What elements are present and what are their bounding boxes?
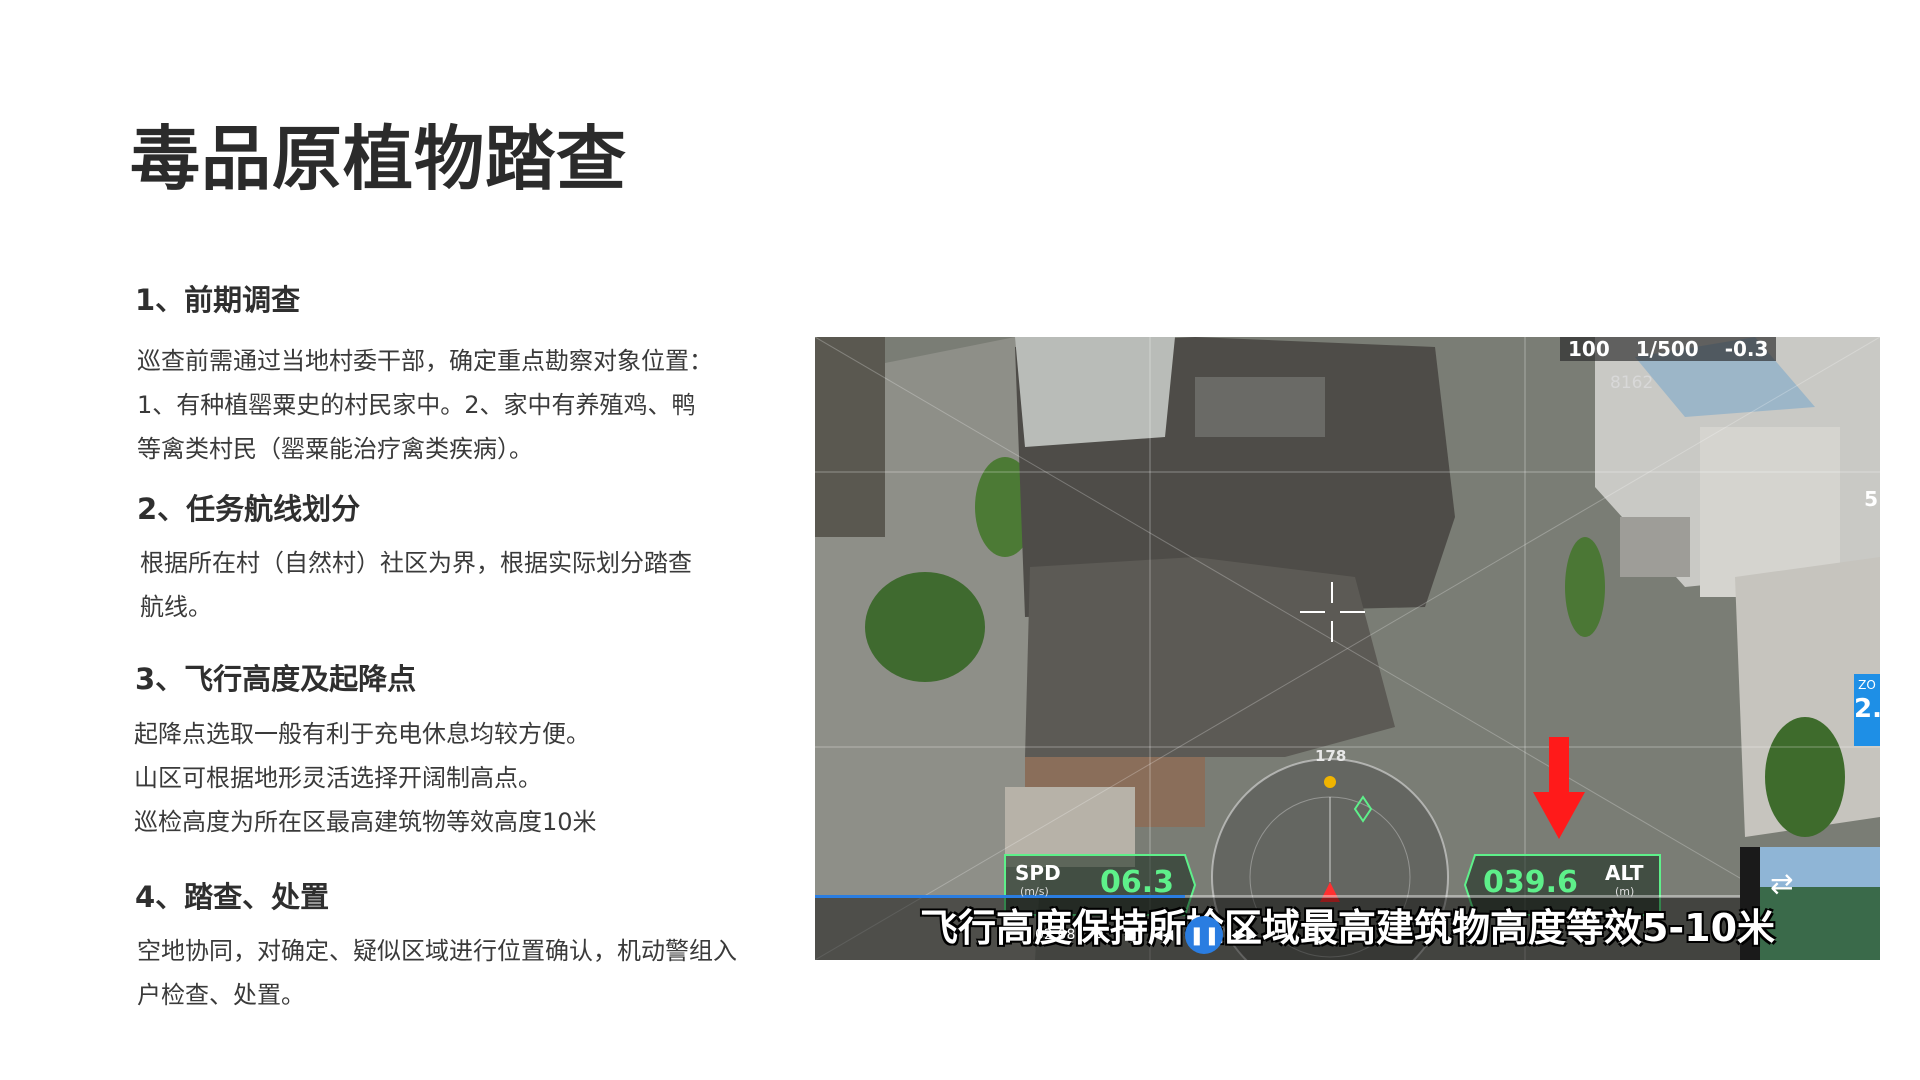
section-line: 1、有种植罂粟史的村民家中。2、家中有养殖鸡、鸭 [137, 391, 696, 419]
stop-icon[interactable]: ■ [1121, 926, 1139, 944]
section-line: 根据所在村（自然村）社区为界，根据实际划分踏查 [140, 549, 692, 577]
camera-settings-readout: 100 1/500 -0.3 [1560, 337, 1777, 361]
alt-label: ALT [1605, 861, 1644, 885]
swap-view-icon[interactable]: ⇄ [1770, 867, 1793, 900]
loop-icon[interactable]: ↻ [1089, 926, 1107, 944]
ev-value: -0.3 [1724, 337, 1769, 361]
fast-forward-icon[interactable]: ▶▶ [1236, 926, 1258, 944]
drone-video-frame[interactable]: 100 1/500 -0.3 8162 178 SPD (m/s) 06.3 0… [815, 337, 1880, 960]
section-heading-4: 4、踏查、处置 [135, 880, 330, 914]
section-body-1: 巡查前需通过当地村委干部，确定重点勘察对象位置： 1、有种植罂粟史的村民家中。2… [137, 339, 713, 471]
iso-value: 100 [1568, 337, 1610, 361]
alt-value: 039.6 [1483, 865, 1578, 900]
section-body-3: 起降点选取一般有利于充电休息均较方便。 山区可根据地形灵活选择开阔制高点。 巡检… [134, 712, 597, 844]
side-value: 5 [1864, 487, 1878, 511]
section-line: 等禽类村民（罂粟能治疗禽类疾病）。 [137, 435, 533, 463]
zoom-label: ZO [1858, 678, 1876, 692]
shutter-value: 1/500 [1635, 337, 1699, 361]
section-body-4: 空地协同，对确定、疑似区域进行位置确认，机动警组入 户检查、处置。 [137, 929, 737, 1017]
card-capacity: 8162 [1610, 373, 1654, 393]
zoom-value: 2. [1854, 694, 1880, 724]
heading-value: 178 [1315, 747, 1347, 765]
section-line: 山区可根据地形灵活选择开阔制高点。 [134, 764, 542, 792]
section-heading-1: 1、前期调查 [135, 283, 301, 317]
section-heading-2: 2、任务航线划分 [137, 492, 361, 526]
section-line: 空地协同，对确定、疑似区域进行位置确认，机动警组入 [137, 937, 737, 965]
section-line: 巡检高度为所在区最高建筑物等效高度10米 [134, 808, 597, 836]
section-line: 巡查前需通过当地村委干部，确定重点勘察对象位置： [137, 347, 713, 375]
rewind-icon[interactable]: ◀◀ [1152, 926, 1174, 944]
section-line: 航线。 [140, 593, 212, 621]
zoom-indicator[interactable]: ZO 2. [1854, 674, 1880, 746]
pause-button[interactable]: ❚❚ [1185, 916, 1224, 954]
spd-value: 06.3 [1100, 865, 1175, 900]
drone-aerial-scene [815, 337, 1880, 960]
playback-controls: 02:08 ↻ ■ ◀◀ ❚❚ ▶▶ ♪ [1035, 916, 1287, 954]
playback-time: 02:08 [1035, 927, 1076, 943]
section-body-2: 根据所在村（自然村）社区为界，根据实际划分踏查 航线。 [140, 541, 692, 629]
video-subtitle: 飞行高度保持所检区域最高建筑物高度等效5-10米 [919, 906, 1776, 950]
volume-icon[interactable]: ♪ [1269, 926, 1287, 944]
section-heading-3: 3、飞行高度及起降点 [135, 662, 417, 696]
spd-label: SPD [1015, 861, 1061, 885]
section-line: 户检查、处置。 [137, 981, 305, 1009]
section-line: 起降点选取一般有利于充电休息均较方便。 [134, 720, 590, 748]
page-title: 毒品原植物踏查 [130, 118, 627, 200]
